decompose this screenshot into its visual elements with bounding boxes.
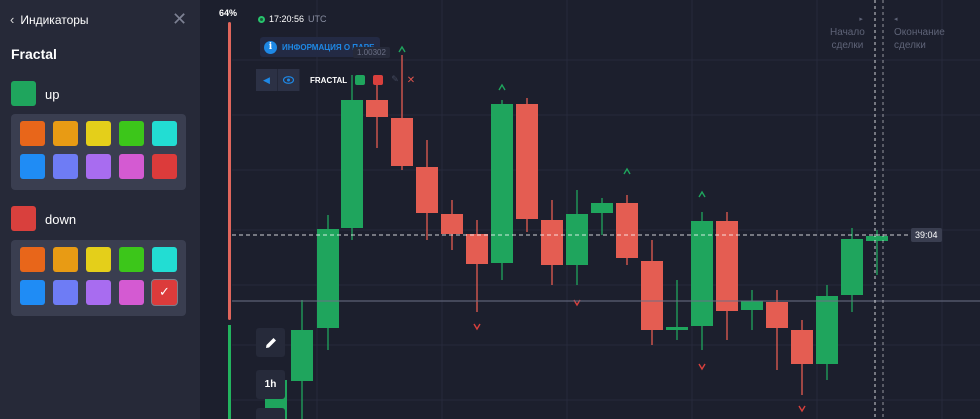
- chevron-left-icon: ‹: [10, 12, 15, 27]
- candle-body: [691, 221, 713, 326]
- candle-body: [766, 302, 788, 328]
- up-palette-color-2[interactable]: [86, 121, 111, 146]
- down-palette-color-2[interactable]: [86, 247, 111, 272]
- pencil-icon: [265, 337, 276, 348]
- up-palette-color-0[interactable]: [20, 121, 45, 146]
- down-palette-color-7[interactable]: [86, 280, 111, 305]
- arrow-left-icon: ◂: [894, 16, 898, 23]
- down-color-palette: ✓: [11, 240, 186, 316]
- sentiment-bar-down: [228, 22, 231, 320]
- up-palette-color-1[interactable]: [53, 121, 78, 146]
- live-status-icon: [258, 15, 265, 23]
- close-icon[interactable]: ✕: [172, 9, 187, 30]
- candle-body: [791, 330, 813, 364]
- up-palette-color-4[interactable]: [152, 121, 177, 146]
- down-color-label: down: [45, 212, 77, 227]
- candle-body: [516, 104, 538, 219]
- up-palette-color-9[interactable]: [152, 154, 177, 179]
- candle-body: [491, 104, 513, 263]
- indicator-settings-panel: ‹ Индикаторы ✕ Fractal up down ✓: [0, 0, 200, 419]
- candle-body: [341, 100, 363, 228]
- price-chart[interactable]: [232, 0, 980, 419]
- candle-body: [591, 203, 613, 213]
- candle-body: [466, 234, 488, 264]
- down-palette-color-1[interactable]: [53, 247, 78, 272]
- panel-title: Индикаторы: [20, 12, 89, 27]
- eye-icon[interactable]: [278, 69, 300, 91]
- close-icon[interactable]: ✕: [407, 75, 415, 86]
- price-tooltip: 1.00302: [353, 47, 390, 58]
- up-color-palette: [11, 114, 186, 190]
- down-palette-color-0[interactable]: [20, 247, 45, 272]
- candle-body: [291, 330, 313, 381]
- expiry-timer: 39:04: [911, 228, 942, 242]
- indicator-up-color[interactable]: [355, 75, 366, 85]
- candle-body: [391, 118, 413, 166]
- candle-body: [616, 203, 638, 258]
- candle-body: [866, 236, 888, 241]
- fractal-down-marker: [698, 363, 706, 371]
- draw-tool-button[interactable]: [256, 328, 285, 357]
- fractal-down-marker: [473, 323, 481, 331]
- up-palette-color-8[interactable]: [119, 154, 144, 179]
- candle-body: [566, 214, 588, 265]
- fractal-up-marker: [398, 45, 406, 53]
- pencil-icon[interactable]: ✎: [391, 75, 399, 85]
- up-palette-color-5[interactable]: [20, 154, 45, 179]
- fractal-up-marker: [498, 83, 506, 91]
- candle-body: [666, 327, 688, 330]
- chart-type-button[interactable]: [256, 408, 285, 419]
- down-color-swatch[interactable]: [11, 206, 36, 231]
- candle-body: [716, 221, 738, 311]
- clock-timezone: UTC: [308, 14, 327, 24]
- down-palette-color-6[interactable]: [53, 280, 78, 305]
- collapse-icon[interactable]: ◀: [256, 69, 278, 91]
- candle-body: [816, 296, 838, 364]
- up-palette-color-6[interactable]: [53, 154, 78, 179]
- indicator-toolbar: ◀ FRACTAL ✎ ✕: [256, 69, 415, 91]
- deal-start-label: ▸ Начало сделки: [830, 13, 865, 52]
- candle-body: [741, 301, 763, 310]
- up-palette-color-3[interactable]: [119, 121, 144, 146]
- down-palette-color-4[interactable]: [152, 247, 177, 272]
- down-palette-color-9[interactable]: ✓: [151, 279, 178, 306]
- sentiment-bar-up: [228, 325, 231, 419]
- clock-time: 17:20:56: [269, 14, 305, 24]
- indicator-name: Fractal: [11, 46, 57, 62]
- info-icon: i: [264, 40, 277, 54]
- indicator-down-color[interactable]: [373, 75, 384, 85]
- candle-body: [317, 229, 339, 328]
- candlestick-svg: [232, 0, 980, 419]
- candle-body: [366, 100, 388, 117]
- down-palette-color-8[interactable]: [119, 280, 144, 305]
- up-color-swatch[interactable]: [11, 81, 36, 106]
- indicator-toolbar-name: FRACTAL: [310, 75, 348, 85]
- up-palette-color-7[interactable]: [86, 154, 111, 179]
- candle-body: [641, 261, 663, 330]
- server-clock: 17:20:56 UTC: [258, 14, 327, 24]
- back-to-indicators-button[interactable]: ‹ Индикаторы: [10, 12, 89, 27]
- fractal-down-marker: [798, 405, 806, 413]
- candle-body: [416, 167, 438, 213]
- up-color-label: up: [45, 87, 60, 102]
- candle-body: [541, 220, 563, 265]
- down-palette-color-5[interactable]: [20, 280, 45, 305]
- timeframe-button[interactable]: 1h: [256, 370, 285, 399]
- down-palette-color-3[interactable]: [119, 247, 144, 272]
- candle-body: [841, 239, 863, 295]
- arrow-right-icon: ▸: [859, 16, 863, 23]
- candle-body: [441, 214, 463, 234]
- fractal-up-marker: [698, 190, 706, 198]
- deal-end-label: ◂ Окончание сделки: [894, 13, 945, 52]
